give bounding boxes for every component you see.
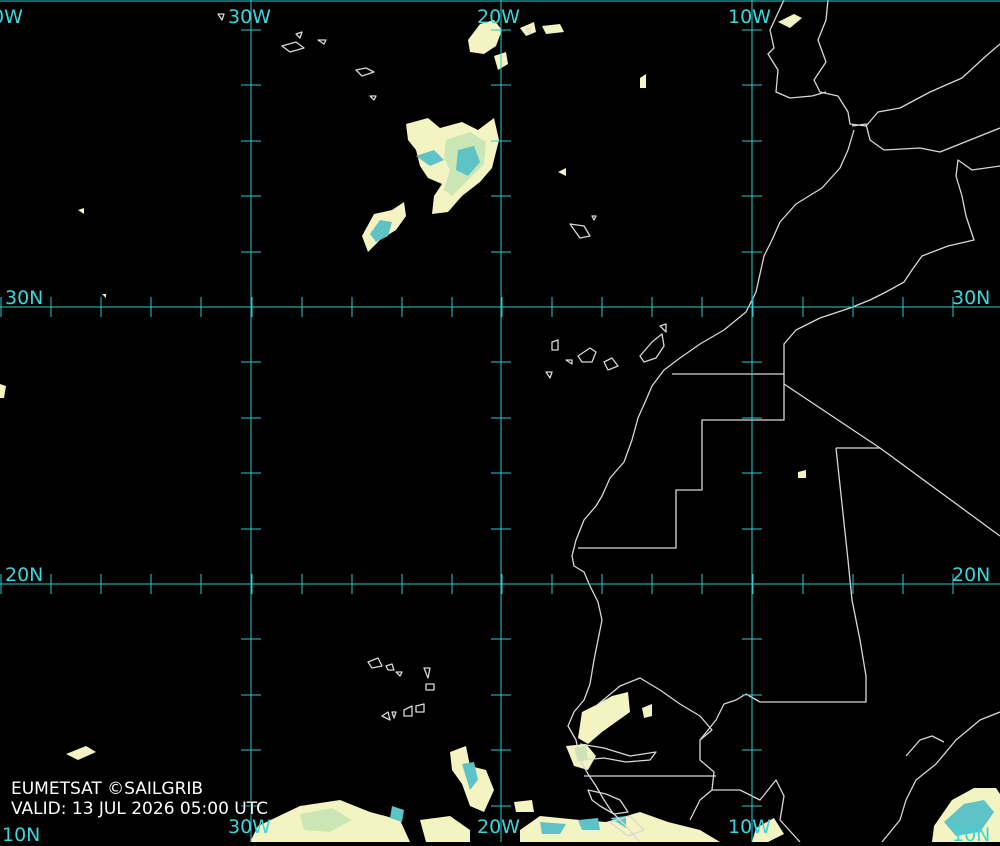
lat-label-10n-left-clipped: 10N — [2, 824, 41, 846]
satellite-map — [0, 0, 1000, 842]
lon-label-clipped-top: 0W — [0, 6, 23, 28]
lon-label-20w-top: 20W — [477, 6, 520, 28]
lon-label-10w-bottom: 10W — [728, 816, 771, 838]
lon-label-30w-bottom: 30W — [228, 816, 271, 838]
lat-label-20n-right: 20N — [952, 564, 991, 586]
valid-time-text: VALID: 13 JUL 2026 05:00 UTC — [11, 799, 269, 819]
lat-label-10n-right-clipped: 10N — [952, 824, 991, 846]
lat-label-20n-left: 20N — [5, 564, 44, 586]
lon-label-20w-bottom: 20W — [477, 816, 520, 838]
lon-label-30w-top: 30W — [228, 6, 271, 28]
credit-text: EUMETSAT ©SAILGRIB — [11, 779, 204, 799]
lat-label-30n-left: 30N — [5, 287, 44, 309]
lon-label-10w-top: 10W — [728, 6, 771, 28]
lat-label-30n-right: 30N — [952, 287, 991, 309]
